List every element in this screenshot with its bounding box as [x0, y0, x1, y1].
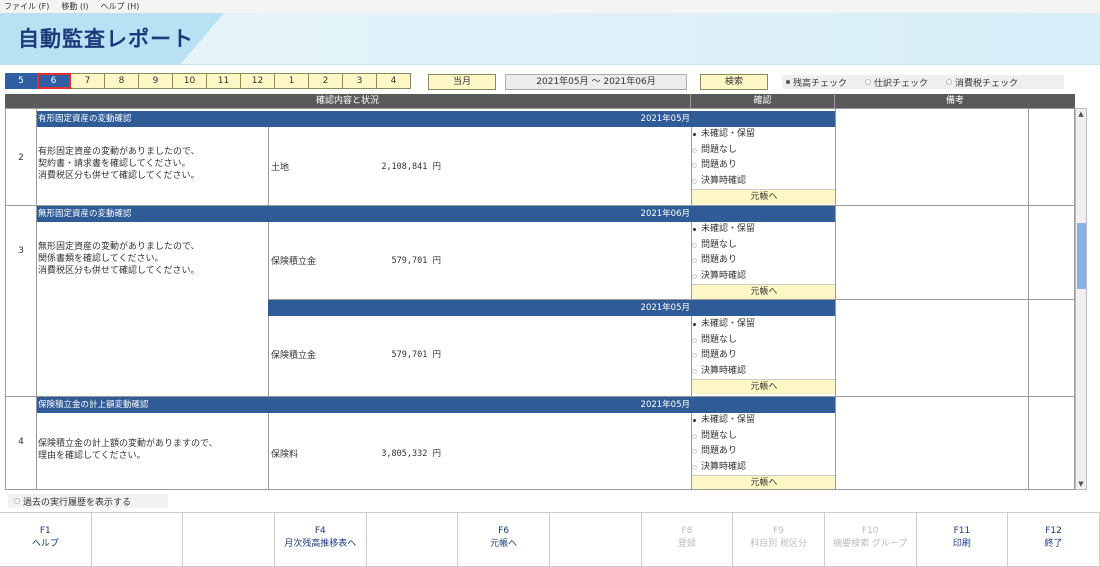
month-tab-7[interactable]: 7: [71, 73, 105, 89]
confirm-options: 未確認・保留 問題なし 問題あり 決算時確認: [692, 317, 836, 379]
month-tab-2[interactable]: 2: [309, 73, 343, 89]
amount: 579,701 円: [391, 256, 441, 266]
f10-summary-search-button[interactable]: F10 摘要検索 グループ: [824, 513, 917, 567]
ledger-button[interactable]: 元帳へ: [692, 284, 836, 299]
radio-balance-check[interactable]: 残高チェック: [786, 76, 847, 89]
option-issue[interactable]: 問題あり: [692, 444, 836, 460]
option-year-end[interactable]: 決算時確認: [692, 269, 836, 285]
option-pending[interactable]: 未確認・保留: [692, 317, 836, 333]
table-row: 保険積立金の計上額変動確認 2021年05月 4 保険積立金の計上額の変動があり…: [6, 397, 1074, 489]
row-number: 4: [18, 437, 24, 447]
option-pending[interactable]: 未確認・保留: [692, 222, 836, 238]
option-year-end[interactable]: 決算時確認: [692, 174, 836, 190]
search-button[interactable]: 検索: [700, 74, 768, 90]
row-title-bar: 保険積立金の計上額変動確認 2021年05月: [36, 397, 835, 413]
option-pending[interactable]: 未確認・保留: [692, 413, 836, 429]
radio-dot-icon: [865, 79, 872, 85]
option-year-end[interactable]: 決算時確認: [692, 364, 836, 380]
month-tab-5[interactable]: 5: [5, 73, 37, 89]
page-title: 自動監査レポート: [18, 27, 194, 51]
row-title-bar: 有形固定資産の変動確認 2021年05月: [36, 111, 835, 127]
f1-help-button[interactable]: F1 ヘルプ: [0, 513, 92, 567]
option-no-issue[interactable]: 問題なし: [692, 238, 836, 254]
f6-ledger-button[interactable]: F6 元帳へ: [458, 513, 550, 567]
option-issue[interactable]: 問題あり: [692, 158, 836, 174]
header-content: 確認内容と状況: [315, 96, 379, 106]
row-description: 保険積立金の計上額の変動がありますので、 理由を確認してください。: [38, 439, 218, 461]
checkbox-icon: [14, 498, 20, 504]
option-no-issue[interactable]: 問題なし: [692, 143, 836, 159]
month-tab-1[interactable]: 1: [275, 73, 309, 89]
menu-file[interactable]: ファイル (F): [4, 1, 49, 12]
month-tab-9[interactable]: 9: [139, 73, 173, 89]
function-key-bar: F1 ヘルプ F4 月次残高推移表へ F6 元帳へ F8 登録 F9 科目別 税区分 F1…: [0, 512, 1100, 567]
amount: 2,108,841 円: [381, 162, 441, 172]
entry-date-bar: 2021年05月: [268, 300, 835, 316]
table-header: 確認内容と状況 確認 備考: [5, 94, 1075, 108]
amount: 579,701 円: [391, 350, 441, 360]
row-number: 3: [18, 246, 24, 256]
confirm-options: 未確認・保留 問題なし 問題あり 決算時確認: [692, 127, 836, 189]
scroll-up-icon[interactable]: ▲: [1076, 109, 1086, 119]
table-row: 無形固定資産の変動確認 2021年06月 3 無形固定資産の変動がありましたので…: [6, 206, 1074, 397]
confirm-options: 未確認・保留 問題なし 問題あり 決算時確認: [692, 413, 836, 475]
month-tab-3[interactable]: 3: [343, 73, 377, 89]
current-month-button[interactable]: 当月: [428, 74, 496, 90]
f5-empty-button: [366, 513, 459, 567]
account-name: 保険積立金: [271, 351, 317, 361]
show-history-toggle[interactable]: 過去の実行履歴を表示する: [8, 494, 168, 508]
month-tab-12[interactable]: 12: [241, 73, 275, 89]
account-name: 保険積立金: [271, 257, 317, 267]
header-remarks: 備考: [834, 94, 1075, 108]
f9-tax-category-button[interactable]: F9 科目別 税区分: [733, 513, 825, 567]
ledger-button[interactable]: 元帳へ: [692, 475, 836, 489]
ledger-button[interactable]: 元帳へ: [692, 189, 836, 204]
option-year-end[interactable]: 決算時確認: [692, 460, 836, 476]
radio-journal-check[interactable]: 仕訳チェック: [865, 76, 928, 89]
table-row: 有形固定資産の変動確認 2021年05月 2 有形固定資産の変動がありましたので…: [6, 109, 1074, 206]
scroll-down-icon[interactable]: ▼: [1076, 479, 1086, 489]
scroll-thumb[interactable]: [1077, 223, 1086, 289]
radio-dot-icon: [786, 80, 790, 84]
option-issue[interactable]: 問題あり: [692, 348, 836, 364]
month-tab-4[interactable]: 4: [377, 73, 411, 89]
menu-help[interactable]: ヘルプ (H): [101, 1, 140, 12]
f8-register-button[interactable]: F8 登録: [641, 513, 734, 567]
option-pending[interactable]: 未確認・保留: [692, 127, 836, 143]
check-type-radios: 残高チェック 仕訳チェック 消費税チェック: [782, 75, 1064, 89]
vertical-scrollbar[interactable]: ▲ ▼: [1075, 108, 1087, 490]
menu-bar: ファイル (F) 移動 (I) ヘルプ (H): [0, 0, 1100, 13]
row-description: 有形固定資産の変動がありましたので、 契約書・請求書を確認してください。 消費税区分…: [38, 147, 200, 181]
audit-grid: 有形固定資産の変動確認 2021年05月 2 有形固定資産の変動がありましたので…: [5, 108, 1075, 490]
row-number: 2: [18, 153, 24, 163]
header-confirm: 確認: [690, 94, 834, 108]
month-tab-10[interactable]: 10: [173, 73, 207, 89]
f4-monthly-balance-button[interactable]: F4 月次残高推移表へ: [274, 513, 367, 567]
month-tab-8[interactable]: 8: [105, 73, 139, 89]
header: 自動監査レポート: [0, 13, 1100, 65]
f3-empty-button: [183, 513, 275, 567]
menu-move[interactable]: 移動 (I): [61, 1, 88, 12]
period-range: 2021年05月 ～ 2021年06月: [505, 74, 687, 90]
month-tab-11[interactable]: 11: [207, 73, 241, 89]
f2-empty-button: [91, 513, 184, 567]
radio-dot-icon: [946, 79, 953, 85]
account-name: 保険料: [271, 450, 299, 460]
confirm-options: 未確認・保留 問題なし 問題あり 決算時確認: [692, 222, 836, 284]
account-name: 土地: [271, 163, 290, 173]
option-issue[interactable]: 問題あり: [692, 253, 836, 269]
ledger-button[interactable]: 元帳へ: [692, 379, 836, 394]
f12-exit-button[interactable]: F12 終了: [1008, 513, 1100, 567]
amount: 3,805,332 円: [381, 449, 441, 459]
option-no-issue[interactable]: 問題なし: [692, 429, 836, 445]
month-tabs: 5 6 7 8 9 10 11 12 1 2 3 4: [5, 73, 411, 89]
option-no-issue[interactable]: 問題なし: [692, 333, 836, 349]
f11-print-button[interactable]: F11 印刷: [916, 513, 1009, 567]
row-description: 無形固定資産の変動がありましたので、 関係書類を確認してください。 消費税区分も併せ…: [38, 242, 200, 276]
row-title-bar: 無形固定資産の変動確認 2021年06月: [36, 206, 835, 222]
month-tab-6[interactable]: 6: [37, 73, 71, 89]
radio-tax-check[interactable]: 消費税チェック: [946, 76, 1018, 89]
f7-empty-button: [549, 513, 642, 567]
